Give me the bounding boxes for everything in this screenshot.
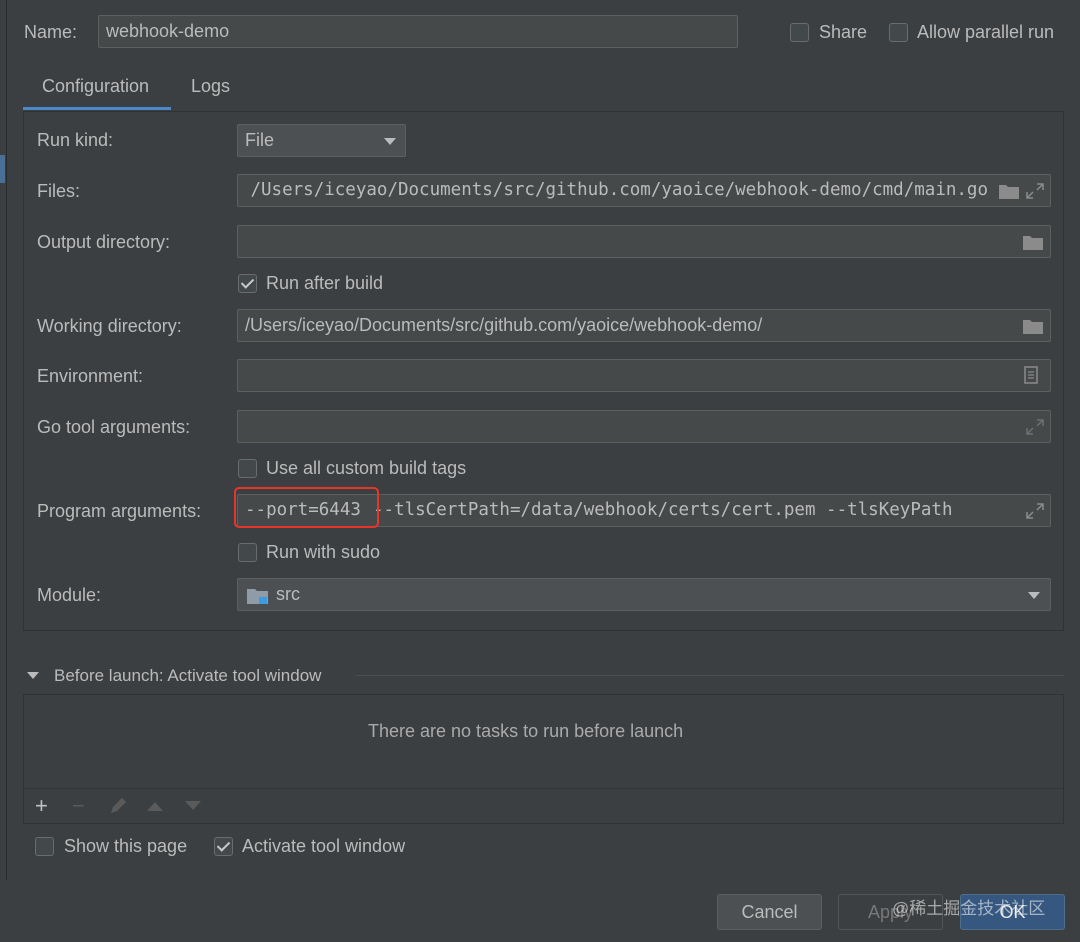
program-arguments-label: Program arguments: [37,501,202,521]
go-tool-arguments-label: Go tool arguments: [37,417,191,437]
name-input[interactable]: webhook-demo [98,15,738,48]
document-icon[interactable] [1020,366,1042,384]
module-folder-icon [247,589,268,604]
files-input[interactable]: /Users/iceyao/Documents/src/github.com/y… [237,174,1051,207]
output-directory-input[interactable] [237,225,1051,258]
run-kind-label: Run kind: [37,130,114,150]
module-value: src [276,584,300,604]
custom-build-tags-label: Use all custom build tags [266,458,467,478]
move-down-icon[interactable] [184,800,202,812]
folder-icon[interactable] [1022,317,1044,335]
run-kind-select[interactable]: File [237,124,406,157]
tab-logs[interactable]: Logs [191,75,230,97]
share-checkbox[interactable] [790,23,809,42]
port-highlight-box [234,487,379,528]
show-this-page-checkbox[interactable] [35,837,54,856]
environment-input[interactable] [237,359,1051,392]
environment-label: Environment: [37,366,144,386]
edit-icon[interactable] [108,796,130,816]
allow-parallel-run-checkbox[interactable] [889,23,908,42]
run-with-sudo-label: Run with sudo [266,542,381,562]
activate-tool-window-label: Activate tool window [242,836,406,856]
program-arguments-rest: --tlsCertPath=/data/webhook/certs/cert.p… [373,500,953,520]
folder-icon[interactable] [1022,233,1044,251]
chevron-down-icon [384,138,396,145]
show-this-page-label: Show this page [64,836,188,856]
background-window-edge [0,0,7,880]
share-label: Share [819,22,868,42]
go-tool-arguments-input[interactable] [237,410,1051,443]
background-window-mark [0,155,5,183]
remove-icon[interactable]: − [72,795,85,817]
tab-configuration-indicator [23,107,171,110]
allow-parallel-run-label: Allow parallel run [917,22,1055,42]
activate-tool-window-checkbox[interactable] [214,837,233,856]
run-kind-value: File [245,130,275,150]
before-launch-panel [23,694,1064,824]
collapse-triangle-icon[interactable] [27,672,39,679]
move-up-icon[interactable] [146,800,164,812]
name-label: Name: [24,22,78,42]
add-icon[interactable]: + [35,795,48,817]
files-input-value: /Users/iceyao/Documents/src/github.com/y… [250,180,988,200]
files-label: Files: [37,181,81,201]
run-after-build-checkbox[interactable] [238,274,257,293]
before-launch-empty-text: There are no tasks to run before launch [368,721,684,741]
module-label: Module: [37,585,102,605]
module-select[interactable]: src [237,578,1051,611]
expand-icon[interactable] [1024,502,1046,520]
before-launch-title[interactable]: Before launch: Activate tool window [54,665,321,687]
working-directory-label: Working directory: [37,316,182,336]
name-input-value: webhook-demo [106,21,230,41]
watermark: @稀土掘金技术社区 [892,899,1046,918]
run-after-build-label: Run after build [266,273,384,293]
expand-icon[interactable] [1024,182,1046,200]
custom-build-tags-checkbox[interactable] [238,459,257,478]
toolbar-divider [24,788,1063,789]
working-directory-input[interactable]: /Users/iceyao/Documents/src/github.com/y… [237,309,1051,342]
chevron-down-icon [1028,592,1040,599]
working-directory-value: /Users/iceyao/Documents/src/github.com/y… [245,315,763,335]
tab-configuration[interactable]: Configuration [42,75,149,97]
cancel-button[interactable]: Cancel [717,894,822,930]
output-directory-label: Output directory: [37,232,171,252]
before-launch-divider [356,675,1064,676]
folder-icon[interactable] [998,182,1020,200]
run-with-sudo-checkbox[interactable] [238,543,257,562]
expand-icon[interactable] [1024,418,1046,436]
